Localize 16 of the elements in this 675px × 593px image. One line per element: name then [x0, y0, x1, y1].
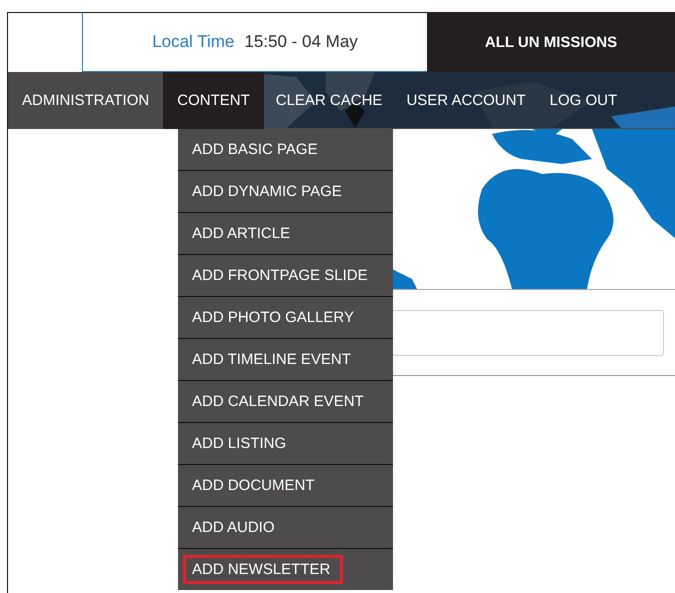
menu-item[interactable]: ADD DYNAMIC PAGE	[178, 171, 393, 213]
menu-item[interactable]: ADD BASIC PAGE	[178, 129, 393, 171]
missions-link[interactable]: ALL UN MISSIONS	[427, 12, 675, 72]
input-field[interactable]	[392, 310, 664, 356]
menu-item[interactable]: ADD ARTICLE	[178, 213, 393, 255]
menu-item[interactable]: ADD CALENDAR EVENT	[178, 381, 393, 423]
menu-item[interactable]: ADD TIMELINE EVENT	[178, 339, 393, 381]
local-time-label: Local Time	[152, 32, 234, 52]
menu-item[interactable]: ADD DOCUMENT	[178, 465, 393, 507]
menu-item[interactable]: ADD LISTING	[178, 423, 393, 465]
menu-item[interactable]: ADD AUDIO	[178, 507, 393, 549]
menu-item[interactable]: ADD FRONTPAGE SLIDE	[178, 255, 393, 297]
nav-item[interactable]: ADMINISTRATION	[8, 72, 164, 129]
menu-item[interactable]: ADD PHOTO GALLERY	[178, 297, 393, 339]
menu-item[interactable]: ADD NEWSLETTER	[178, 549, 393, 590]
local-time-value: 15:50 - 04 May	[244, 32, 358, 52]
